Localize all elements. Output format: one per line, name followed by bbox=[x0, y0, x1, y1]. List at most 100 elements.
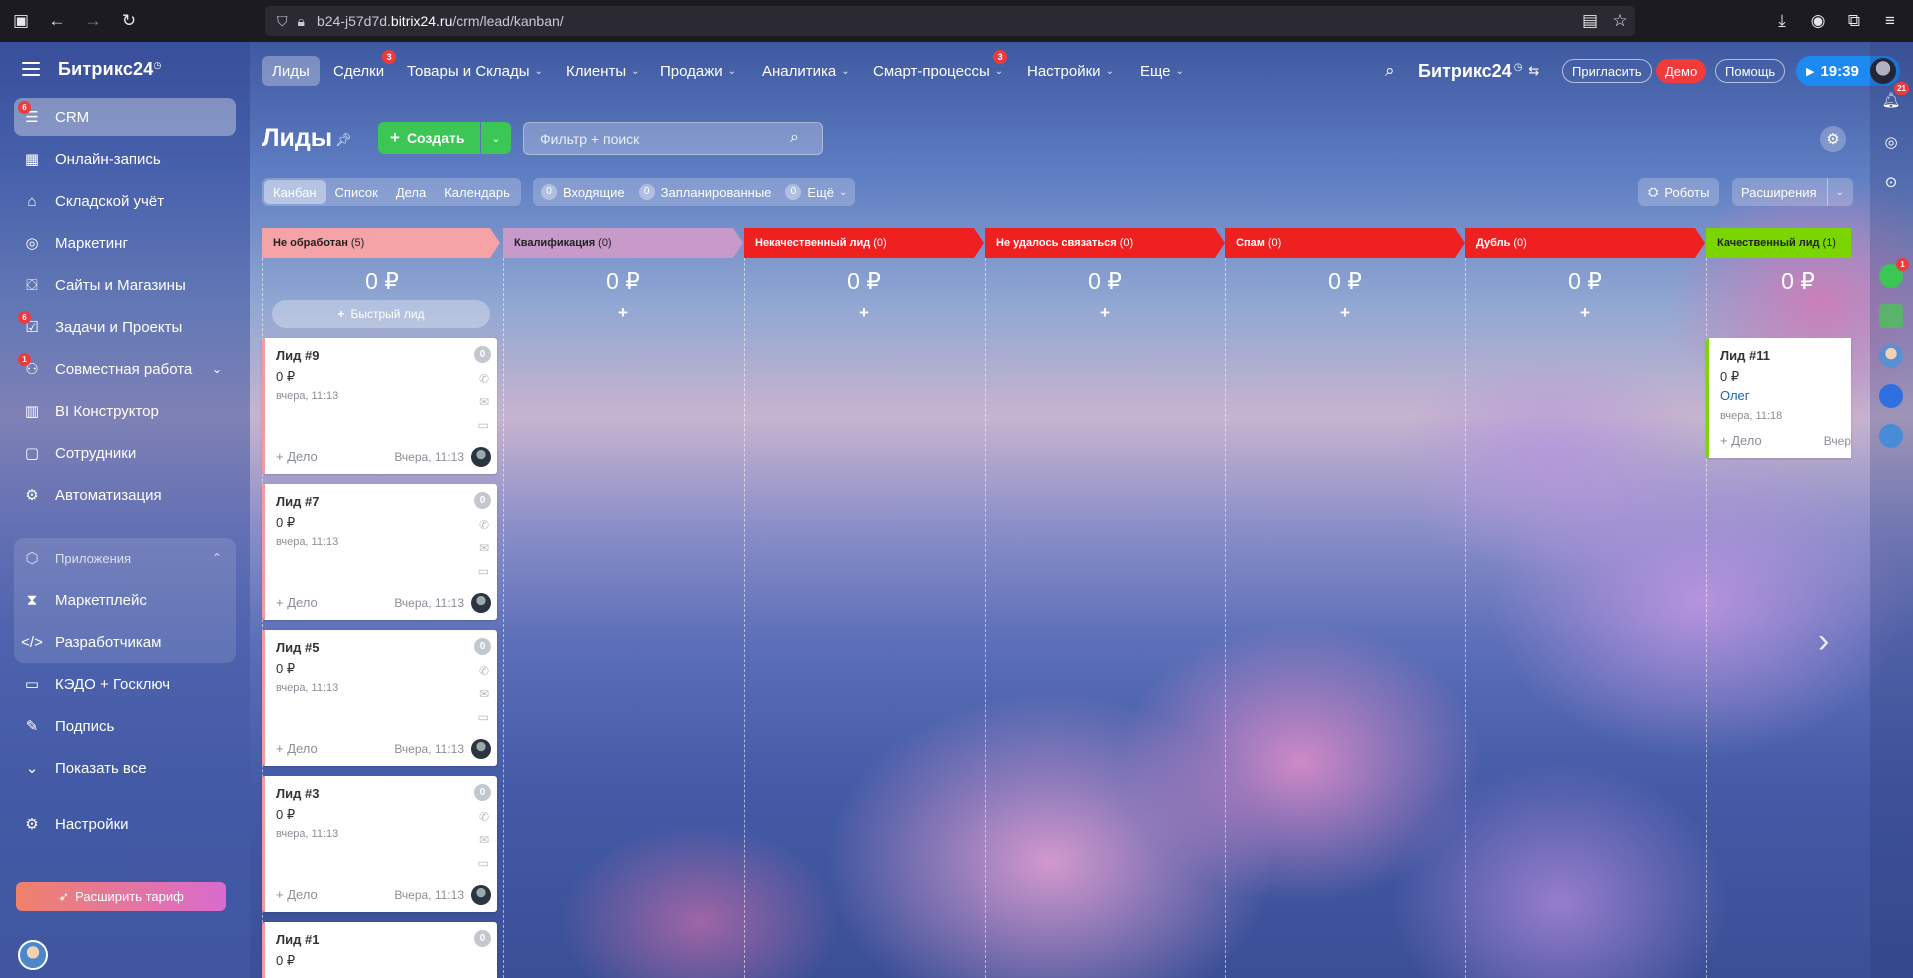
sidebar-item-developers[interactable]: </> Разработчикам bbox=[14, 623, 236, 661]
sidebar-item-bi[interactable]: ▥ BI Конструктор bbox=[14, 392, 236, 430]
lead-card[interactable]: Лид #5 0 ₽ вчера, 11:13 0 ✆ ✉ ▭ + Дело В… bbox=[262, 630, 497, 766]
counter-more[interactable]: 0 Ещё ⌄ bbox=[785, 184, 847, 200]
stage-no-contact[interactable]: Не удалось связаться (0) bbox=[985, 228, 1225, 258]
logo[interactable]: Битрикс24◷ bbox=[58, 59, 162, 80]
add-activity-link[interactable]: + Дело bbox=[276, 887, 318, 902]
sidebar-item-sites[interactable]: ⛋ Сайты и Магазины bbox=[14, 266, 236, 304]
tab-kanban[interactable]: Канбан bbox=[264, 180, 326, 204]
add-item-button[interactable]: + bbox=[525, 303, 721, 323]
sidebar-item-crm[interactable]: ☰ 6 CRM bbox=[14, 98, 236, 136]
robots-button[interactable]: ⛭ Роботы bbox=[1638, 178, 1720, 206]
counter-planned[interactable]: 0 Запланированные bbox=[638, 184, 771, 200]
sidebar-item-signature[interactable]: ✎ Подпись bbox=[14, 707, 236, 745]
lead-card[interactable]: Лид #11 0 ₽ Олег вчера, 11:18 + Дело Вче… bbox=[1706, 338, 1851, 458]
lead-card[interactable]: Лид #7 0 ₽ вчера, 11:13 0 ✆ ✉ ▭ + Дело В… bbox=[262, 484, 497, 620]
extensions-icon[interactable]: ⧉ bbox=[1839, 6, 1869, 36]
apps-group-header[interactable]: ⬡ Приложения ⌃ bbox=[14, 539, 236, 577]
demo-button[interactable]: Демо bbox=[1656, 59, 1707, 83]
tab-list[interactable]: Список bbox=[326, 180, 387, 204]
phone-icon[interactable]: ✆ bbox=[479, 810, 489, 824]
add-activity-link[interactable]: + Дело bbox=[276, 449, 318, 464]
chat-icon[interactable]: ▭ bbox=[478, 564, 489, 578]
burger-menu-icon[interactable] bbox=[22, 62, 40, 76]
bookmark-star-icon[interactable]: ☆ bbox=[1605, 6, 1635, 36]
reader-mode-icon[interactable]: ▤ bbox=[1575, 6, 1605, 36]
responsible-avatar[interactable] bbox=[471, 447, 491, 467]
tab-activities[interactable]: Дела bbox=[387, 180, 435, 204]
lead-card[interactable]: Лид #9 0 ₽ вчера, 11:13 0 ✆ ✉ ▭ + Дело В… bbox=[262, 338, 497, 474]
add-item-button[interactable]: + bbox=[766, 303, 962, 323]
help-button[interactable]: Помощь bbox=[1715, 59, 1786, 83]
user-avatar[interactable] bbox=[18, 940, 48, 970]
stage-qualified-lead[interactable]: Качественный лид (1) bbox=[1706, 228, 1851, 258]
phone-icon[interactable]: ✆ bbox=[479, 518, 489, 532]
create-button[interactable]: + Создать bbox=[378, 122, 480, 154]
sidebar-show-all[interactable]: ⌄ Показать все bbox=[14, 749, 236, 787]
phone-icon[interactable]: ✆ bbox=[479, 664, 489, 678]
bookmark-icon[interactable] bbox=[1879, 384, 1903, 408]
chevron-up-icon[interactable]: ⌃ bbox=[212, 551, 222, 565]
mail-icon[interactable]: ✉ bbox=[479, 833, 489, 847]
sidebar-item-marketplace[interactable]: ⧗ Маркетплейс bbox=[14, 581, 236, 619]
filter-search-input[interactable] bbox=[523, 122, 823, 155]
add-item-button[interactable]: + bbox=[1007, 303, 1203, 323]
nav-item-deals[interactable]: Сделки 3 bbox=[323, 50, 397, 86]
sidebar-item-warehouse[interactable]: ⌂ Складской учёт bbox=[14, 182, 236, 220]
sidebar-item-settings[interactable]: ⚙ Настройки bbox=[14, 805, 236, 843]
nav-item-products[interactable]: Товары и Склады ⌄ bbox=[397, 56, 553, 86]
chat-app-icon[interactable] bbox=[1879, 424, 1903, 448]
add-item-button[interactable]: + bbox=[1247, 303, 1443, 323]
card-title[interactable]: Лид #7 bbox=[276, 494, 319, 509]
copilot-icon[interactable]: ◎ bbox=[1879, 130, 1903, 154]
chat-icon[interactable]: ▭ bbox=[478, 418, 489, 432]
sidebar-item-kedo[interactable]: ▭ КЭДО + Госключ bbox=[14, 665, 236, 703]
stage-qualification[interactable]: Квалификация (0) bbox=[503, 228, 743, 258]
lead-card[interactable]: Лид #3 0 ₽ вчера, 11:13 0 ✆ ✉ ▭ + Дело В… bbox=[262, 776, 497, 912]
sidebar-toggle-icon[interactable]: ▣ bbox=[6, 6, 36, 36]
card-title[interactable]: Лид #5 bbox=[276, 640, 319, 655]
add-item-button[interactable]: + bbox=[1487, 303, 1683, 323]
chat-icon[interactable]: ▭ bbox=[478, 710, 489, 724]
search-icon[interactable]: ⌕ bbox=[1375, 56, 1405, 86]
card-title[interactable]: Лид #1 bbox=[276, 932, 319, 947]
app-shortcut-icon[interactable]: 1 bbox=[1879, 258, 1909, 288]
stage-spam[interactable]: Спам (0) bbox=[1225, 228, 1465, 258]
extensions-button[interactable]: Расширения ⌄ bbox=[1732, 178, 1853, 206]
account-icon[interactable]: ◉ bbox=[1803, 6, 1833, 36]
nav-item-leads[interactable]: Лиды bbox=[262, 56, 320, 86]
sidebar-item-marketing[interactable]: ◎ Маркетинг bbox=[14, 224, 236, 262]
responsible-avatar[interactable] bbox=[471, 739, 491, 759]
card-contact-link[interactable]: Олег bbox=[1720, 388, 1750, 403]
search-icon[interactable]: ⌕ bbox=[790, 129, 799, 147]
bell-icon[interactable]: 🔔︎ 21 bbox=[1879, 82, 1909, 112]
nav-item-more[interactable]: Еще ⌄ bbox=[1130, 56, 1194, 86]
card-title[interactable]: Лид #3 bbox=[276, 786, 319, 801]
sidebar-item-employees[interactable]: ▢ Сотрудники bbox=[14, 434, 236, 472]
invite-button[interactable]: Пригласить bbox=[1562, 59, 1652, 83]
chevron-right-icon[interactable]: › bbox=[1818, 622, 1829, 661]
chat-icon[interactable]: ▭ bbox=[478, 856, 489, 870]
nav-item-sales[interactable]: Продажи ⌄ bbox=[650, 56, 746, 86]
search-chat-icon[interactable]: ⊙ bbox=[1879, 170, 1903, 194]
stage-duplicate[interactable]: Дубль (0) bbox=[1465, 228, 1705, 258]
download-icon[interactable]: ⤓ bbox=[1767, 6, 1797, 36]
add-activity-link[interactable]: + Дело bbox=[1720, 433, 1762, 448]
mail-icon[interactable]: ✉ bbox=[479, 395, 489, 409]
contact-avatar[interactable] bbox=[1879, 344, 1903, 368]
sidebar-item-collaboration[interactable]: ⚇ 1 Совместная работа ⌄ bbox=[14, 350, 236, 388]
back-icon[interactable]: ← bbox=[42, 6, 72, 36]
nav-item-smart-processes[interactable]: Смарт-процессы ⌄ 3 bbox=[863, 50, 1013, 86]
gear-icon[interactable]: ⚙ bbox=[1820, 126, 1846, 152]
mail-icon[interactable]: ✉ bbox=[479, 541, 489, 555]
add-activity-link[interactable]: + Дело bbox=[276, 595, 318, 610]
lead-card[interactable]: Лид #1 0 ₽ 0 bbox=[262, 922, 497, 978]
sidebar-item-online-booking[interactable]: ▦ Онлайн-запись bbox=[14, 140, 236, 178]
forward-icon[interactable]: → bbox=[78, 6, 108, 36]
nav-item-analytics[interactable]: Аналитика ⌄ bbox=[752, 56, 860, 86]
add-activity-link[interactable]: + Дело bbox=[276, 741, 318, 756]
chevron-down-icon[interactable]: ⌄ bbox=[1836, 187, 1844, 198]
stage-junk-lead[interactable]: Некачественный лид (0) bbox=[744, 228, 984, 258]
quick-lead-button[interactable]: + Быстрый лид bbox=[272, 300, 490, 328]
reload-icon[interactable]: ↻ bbox=[114, 6, 144, 36]
chevron-down-icon[interactable]: ⌄ bbox=[212, 362, 222, 376]
